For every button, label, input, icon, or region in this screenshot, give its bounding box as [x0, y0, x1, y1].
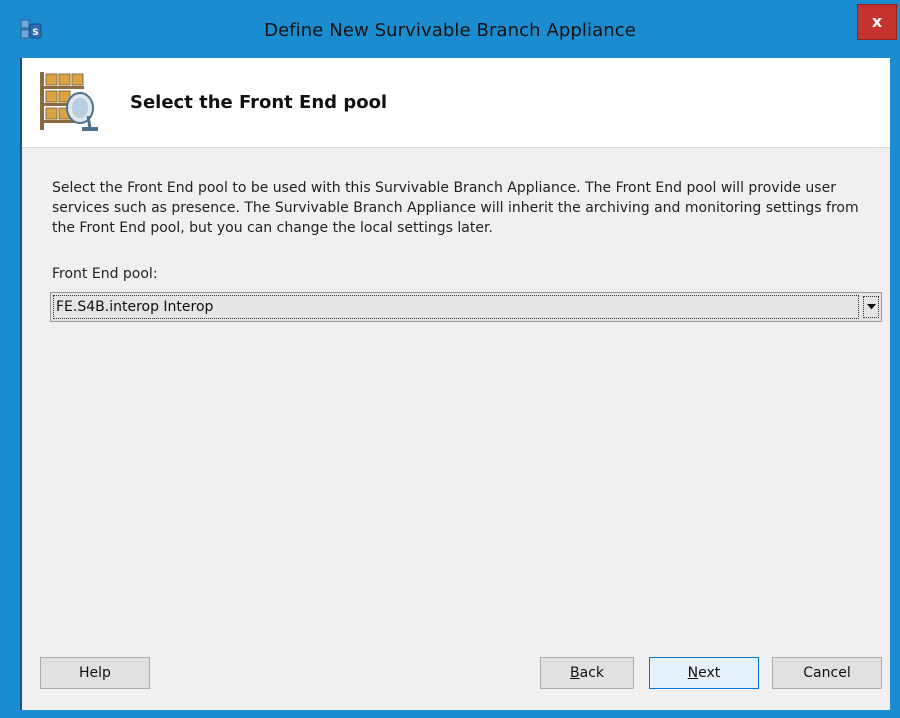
help-button[interactable]: Help	[40, 657, 150, 689]
next-label-rest: ext	[698, 665, 721, 681]
dialog-window: S Define New Survivable Branch Appliance…	[0, 0, 900, 718]
branch-appliance-icon	[40, 72, 98, 131]
front-end-pool-dropdown[interactable]: FE.S4B.interop Interop	[50, 292, 882, 322]
description-text: Select the Front End pool to be used wit…	[52, 180, 859, 236]
window-title: Define New Survivable Branch Appliance	[264, 20, 636, 41]
selected-pool-value: FE.S4B.interop Interop	[53, 295, 859, 319]
next-mnemonic: N	[687, 665, 699, 681]
dialog-body: Select the Front End pool Select the Fro…	[20, 58, 890, 710]
front-end-pool-label: Front End pool:	[52, 266, 158, 282]
back-mnemonic: B	[570, 665, 580, 681]
back-button[interactable]: Back	[540, 657, 634, 689]
wizard-banner: Select the Front End pool	[22, 58, 890, 148]
cancel-button[interactable]: Cancel	[772, 657, 882, 689]
title-bar[interactable]: S Define New Survivable Branch Appliance…	[0, 0, 900, 58]
dropdown-arrow-button[interactable]	[863, 296, 879, 318]
chevron-down-icon	[867, 304, 876, 310]
page-title: Select the Front End pool	[130, 92, 388, 113]
close-button[interactable]: x	[857, 4, 897, 40]
next-button[interactable]: Next	[649, 657, 759, 689]
back-label-rest: ack	[579, 665, 604, 681]
